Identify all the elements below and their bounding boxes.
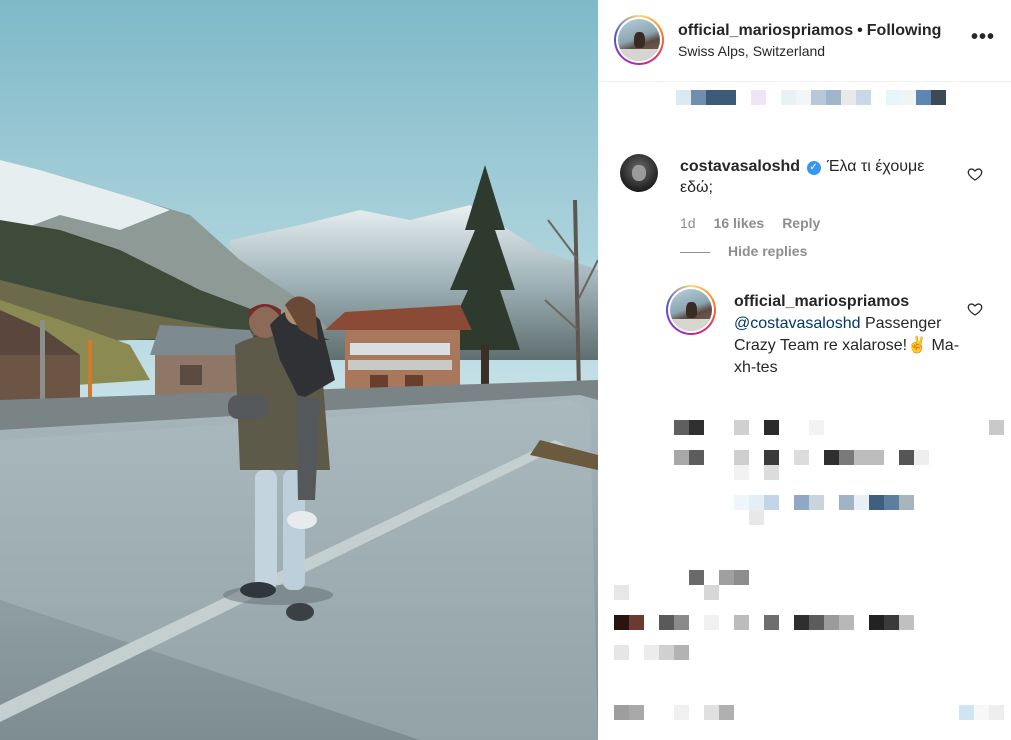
comment-body: costavasaloshd ✓ Έλα τι έχουμε εδώ;: [680, 156, 960, 198]
pixelated-comment: [734, 510, 764, 525]
divider-line: [680, 251, 710, 253]
pixelated-caption: [676, 90, 946, 105]
pixelated-comment: [734, 495, 914, 510]
following-button[interactable]: Following: [867, 22, 942, 39]
pixelated-comment: [959, 705, 1004, 720]
reply-mention[interactable]: @costavasaloshd: [734, 315, 861, 332]
post-image: [0, 0, 598, 740]
hide-replies-button[interactable]: Hide replies: [680, 243, 807, 259]
commenter-username[interactable]: costavasaloshd: [680, 158, 800, 175]
pixelated-comment: [614, 570, 749, 585]
comment-time: 1d: [680, 215, 696, 231]
pixelated-comment: [734, 465, 854, 480]
pixelated-comment: [674, 450, 929, 465]
heart-outline-icon[interactable]: [967, 166, 983, 182]
pixelated-comment: [674, 420, 1004, 435]
post-location[interactable]: Swiss Alps, Switzerland: [678, 43, 825, 59]
comment-meta: 1d 16 likes Reply: [680, 215, 838, 231]
heart-outline-icon[interactable]: [967, 301, 983, 317]
post-side-panel: official_mariospriamos • Following Swiss A…: [598, 0, 1011, 740]
commenter-avatar[interactable]: [620, 154, 658, 192]
pixelated-comment: [614, 645, 689, 660]
post-photo[interactable]: [0, 0, 598, 740]
author-username[interactable]: official_mariospriamos: [678, 22, 853, 39]
more-options-icon[interactable]: •••: [971, 26, 995, 49]
author-avatar[interactable]: [614, 15, 664, 65]
reply-button[interactable]: Reply: [782, 215, 820, 231]
comment-likes[interactable]: 16 likes: [714, 215, 765, 231]
pixelated-comment: [614, 585, 719, 600]
verified-badge-icon: ✓: [806, 161, 821, 175]
pixelated-comment: [614, 705, 734, 720]
reply-author-avatar[interactable]: [666, 285, 716, 335]
reply-username[interactable]: official_mariospriamos: [734, 293, 909, 310]
reply-body: official_mariospriamos @costavasaloshd P…: [734, 291, 964, 379]
post-header: official_mariospriamos • Following Swiss A…: [598, 0, 1011, 82]
pixelated-comment: [614, 615, 914, 630]
separator: •: [857, 22, 863, 39]
post-header-line: official_mariospriamos • Following: [678, 22, 941, 40]
hide-replies-label: Hide replies: [728, 243, 808, 259]
